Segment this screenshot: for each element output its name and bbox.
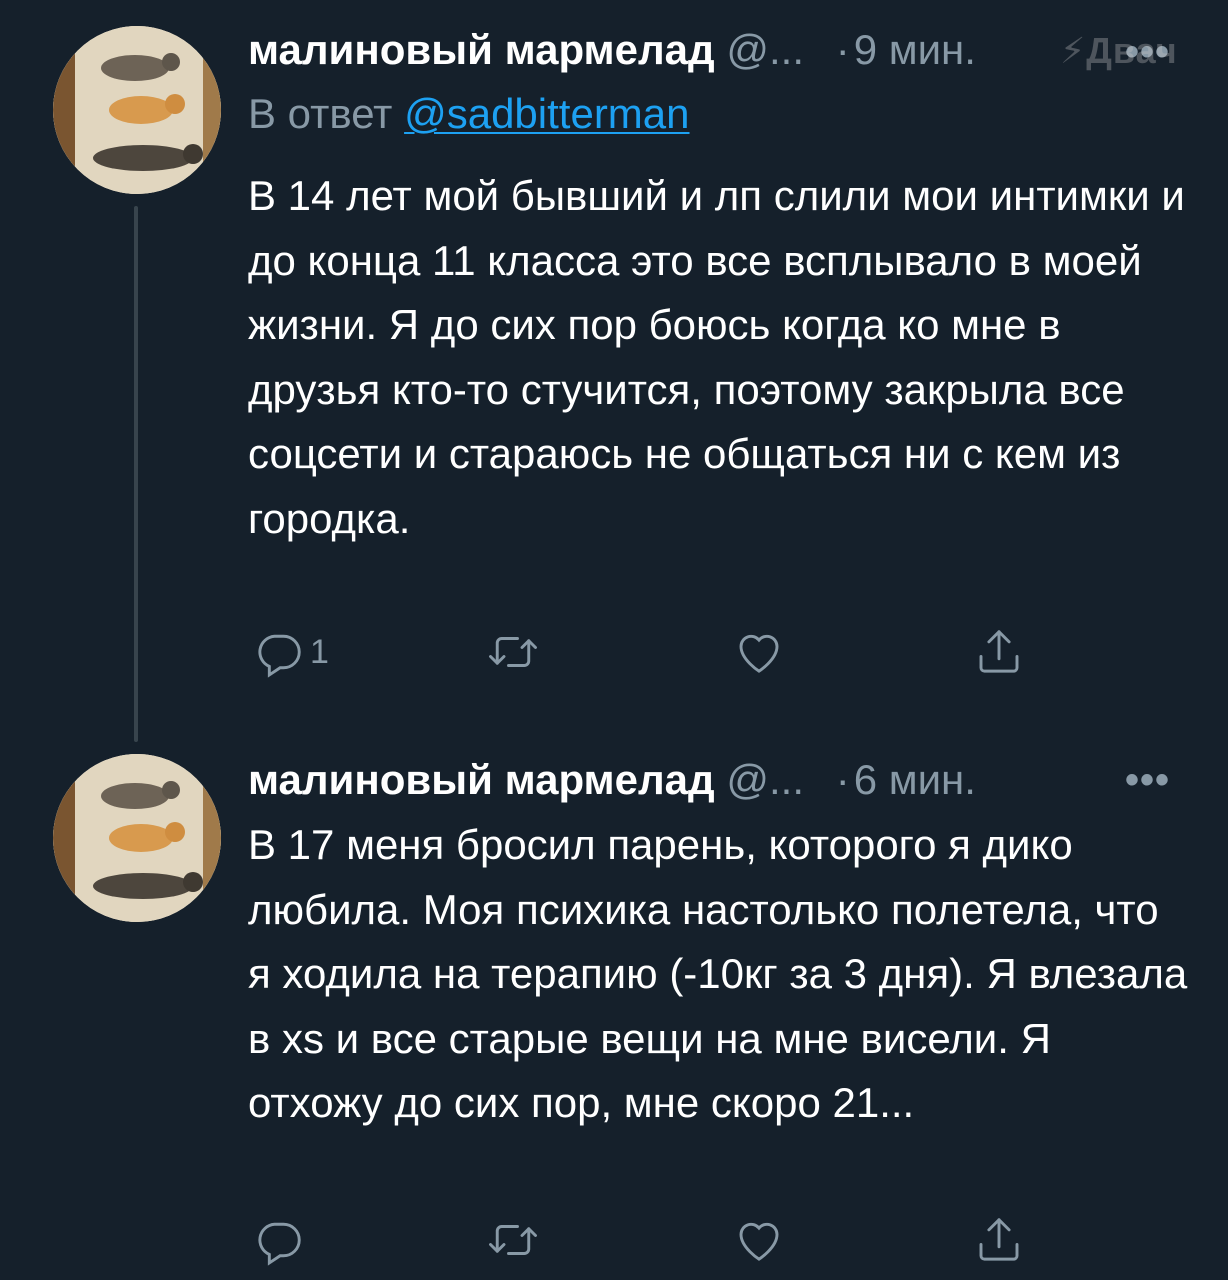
reply-button[interactable]: 1 — [252, 624, 329, 680]
reply-count: 1 — [310, 632, 329, 671]
avatar[interactable] — [53, 754, 221, 922]
tweet[interactable]: малиновый мармелад @... ·9 мин. ••• В от… — [0, 0, 1228, 742]
separator-dot: · — [835, 26, 850, 73]
reply-button[interactable] — [252, 1212, 310, 1268]
share-icon — [979, 1218, 1019, 1261]
tweet-text: В 17 меня бросил парень, которого я дико… — [248, 821, 1188, 1126]
reply-prefix: В ответ — [248, 90, 393, 137]
tweet-actions — [248, 1212, 1048, 1268]
timestamp[interactable]: 9 мин. — [854, 26, 976, 73]
username-handle[interactable]: @... — [726, 756, 804, 803]
retweet-button[interactable] — [486, 1212, 540, 1268]
more-options-icon[interactable]: ••• — [1125, 758, 1170, 803]
reply-icon — [258, 634, 301, 678]
tweet-actions: 1 — [248, 624, 1048, 680]
separator-dot: · — [835, 756, 850, 803]
retweet-button[interactable] — [486, 624, 540, 680]
avatar-cats-image — [53, 26, 221, 194]
share-button[interactable] — [972, 1212, 1026, 1268]
like-icon — [739, 1222, 779, 1261]
retweet-icon — [489, 1225, 537, 1255]
avatar[interactable] — [53, 26, 221, 194]
display-name[interactable]: малиновый мармелад — [248, 756, 715, 803]
retweet-icon — [489, 637, 537, 667]
display-name[interactable]: малиновый мармелад — [248, 26, 715, 73]
share-button[interactable] — [972, 624, 1026, 680]
reply-icon — [258, 1222, 301, 1266]
avatar-cats-image — [53, 754, 221, 922]
watermark-text: Двач — [1086, 30, 1178, 71]
tweet-header: малиновый мармелад @... ·6 мин. — [248, 754, 976, 806]
like-button[interactable] — [732, 624, 786, 680]
tweet-text: В 14 лет мой бывший и лп слили мои интим… — [248, 172, 1185, 542]
reply-to-handle-link[interactable]: @sadbitterman — [404, 90, 689, 137]
thread-connector-line — [134, 206, 138, 742]
like-icon — [739, 634, 779, 673]
tweet[interactable]: малиновый мармелад @... ·6 мин. ••• В 17… — [0, 740, 1228, 1280]
watermark-logo: ⚡Двач — [1060, 30, 1178, 71]
username-handle[interactable]: @... — [726, 26, 804, 73]
reply-context: В ответ @sadbitterman — [248, 88, 690, 140]
timestamp[interactable]: 6 мин. — [854, 756, 976, 803]
tweet-header: малиновый мармелад @... ·9 мин. — [248, 24, 976, 76]
share-icon — [979, 630, 1019, 673]
like-button[interactable] — [732, 1212, 786, 1268]
